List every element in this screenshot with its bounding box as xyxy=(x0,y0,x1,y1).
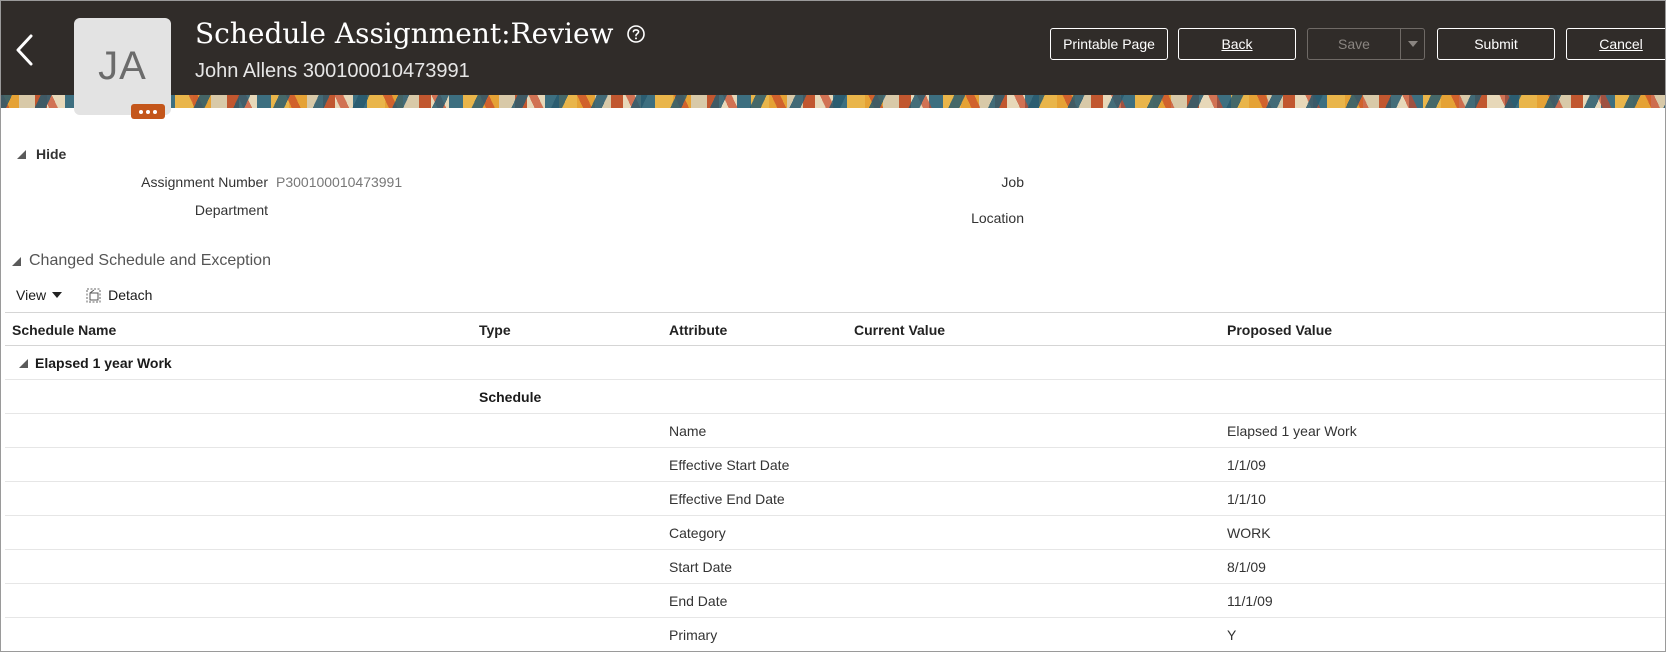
location-label: Location xyxy=(971,210,1024,226)
avatar-initials: JA xyxy=(98,44,147,88)
proposed-value-cell: WORK xyxy=(1227,525,1271,541)
save-button[interactable]: Save xyxy=(1307,28,1425,60)
submit-button[interactable]: Submit xyxy=(1437,28,1555,60)
page-subtitle: John Allens 300100010473991 xyxy=(195,60,470,82)
attribute-cell: Effective End Date xyxy=(669,491,785,507)
cancel-label: Cancel xyxy=(1599,36,1643,52)
cancel-button[interactable]: Cancel xyxy=(1566,28,1665,60)
chevron-down-icon xyxy=(52,292,63,298)
column-header-attribute[interactable]: Attribute xyxy=(669,313,727,347)
department-label: Department xyxy=(194,202,268,218)
proposed-value-cell: Elapsed 1 year Work xyxy=(1227,423,1357,439)
title-block: Schedule Assignment:Review John Allens 3… xyxy=(195,17,646,83)
view-menu[interactable]: View xyxy=(16,287,63,303)
table-body: Name Elapsed 1 year Work Effective Start D… xyxy=(5,414,1665,651)
table-row[interactable]: Start Date 8/1/09 xyxy=(5,550,1665,584)
collapse-triangle-icon xyxy=(17,149,26,159)
column-header-type[interactable]: Type xyxy=(479,313,511,347)
detach-label: Detach xyxy=(108,287,153,303)
table-type-row[interactable]: Schedule xyxy=(5,380,1665,414)
save-menu-chevron-down-icon[interactable] xyxy=(1401,41,1424,47)
table-row[interactable]: End Date 11/1/09 xyxy=(5,584,1665,618)
hide-toggle[interactable]: Hide xyxy=(17,146,66,162)
column-header-proposed-value[interactable]: Proposed Value xyxy=(1227,313,1332,347)
banner-decoration xyxy=(1,95,1665,108)
column-header-schedule-name[interactable]: Schedule Name xyxy=(12,313,116,347)
table-row[interactable]: Category WORK xyxy=(5,516,1665,550)
attribute-cell: Effective Start Date xyxy=(669,457,790,473)
table-toolbar: View Detach xyxy=(16,286,152,304)
assignment-number-value: P300100010473991 xyxy=(276,174,403,190)
type-label: Schedule xyxy=(479,389,542,405)
attribute-cell: Category xyxy=(669,525,726,541)
collapse-triangle-icon[interactable] xyxy=(19,359,28,368)
submit-label: Submit xyxy=(1474,36,1518,52)
attribute-cell: Name xyxy=(669,423,707,439)
page-header: Schedule Assignment:Review John Allens 3… xyxy=(1,1,1665,108)
proposed-value-cell: 1/1/09 xyxy=(1227,457,1266,473)
table-row[interactable]: Primary Y xyxy=(5,618,1665,651)
proposed-value-cell: 8/1/09 xyxy=(1227,559,1266,575)
back-arrow-icon[interactable] xyxy=(13,32,37,68)
save-label: Save xyxy=(1338,36,1370,52)
table-row[interactable]: Name Elapsed 1 year Work xyxy=(5,414,1665,448)
table-row[interactable]: Effective Start Date 1/1/09 xyxy=(5,448,1665,482)
detach-button[interactable]: Detach xyxy=(86,287,152,303)
group-label: Elapsed 1 year Work xyxy=(35,355,172,371)
detach-icon xyxy=(86,288,101,302)
printable-page-label: Printable Page xyxy=(1063,36,1155,52)
assignment-number-label: Assignment Number xyxy=(141,174,268,190)
table-row[interactable]: Effective End Date 1/1/10 xyxy=(5,482,1665,516)
attribute-cell: End Date xyxy=(669,593,728,609)
help-icon[interactable] xyxy=(626,24,646,44)
hide-label: Hide xyxy=(36,146,67,162)
table-group-row[interactable]: Elapsed 1 year Work xyxy=(5,346,1665,380)
back-label: Back xyxy=(1221,36,1253,52)
printable-page-button[interactable]: Printable Page xyxy=(1050,28,1168,60)
attribute-cell: Primary xyxy=(669,627,718,643)
proposed-value-cell: 1/1/10 xyxy=(1227,491,1266,507)
schedule-table: Schedule Name Type Attribute Current Val… xyxy=(5,312,1665,651)
column-header-current-value[interactable]: Current Value xyxy=(854,313,945,347)
avatar[interactable]: JA xyxy=(74,18,171,115)
page-title: Schedule Assignment:Review xyxy=(195,17,614,50)
changed-schedule-section-toggle[interactable]: Changed Schedule and Exception xyxy=(12,252,271,270)
view-label: View xyxy=(16,287,47,303)
collapse-triangle-icon xyxy=(12,256,21,266)
back-button[interactable]: Back xyxy=(1178,28,1296,60)
proposed-value-cell: Y xyxy=(1227,627,1237,643)
proposed-value-cell: 11/1/09 xyxy=(1227,593,1273,609)
job-label: Job xyxy=(1001,174,1024,190)
page-frame: Schedule Assignment:Review John Allens 3… xyxy=(0,0,1666,652)
attribute-cell: Start Date xyxy=(669,559,733,575)
section-title: Changed Schedule and Exception xyxy=(29,252,271,269)
more-icon[interactable] xyxy=(131,104,165,119)
table-header: Schedule Name Type Attribute Current Val… xyxy=(5,312,1665,347)
